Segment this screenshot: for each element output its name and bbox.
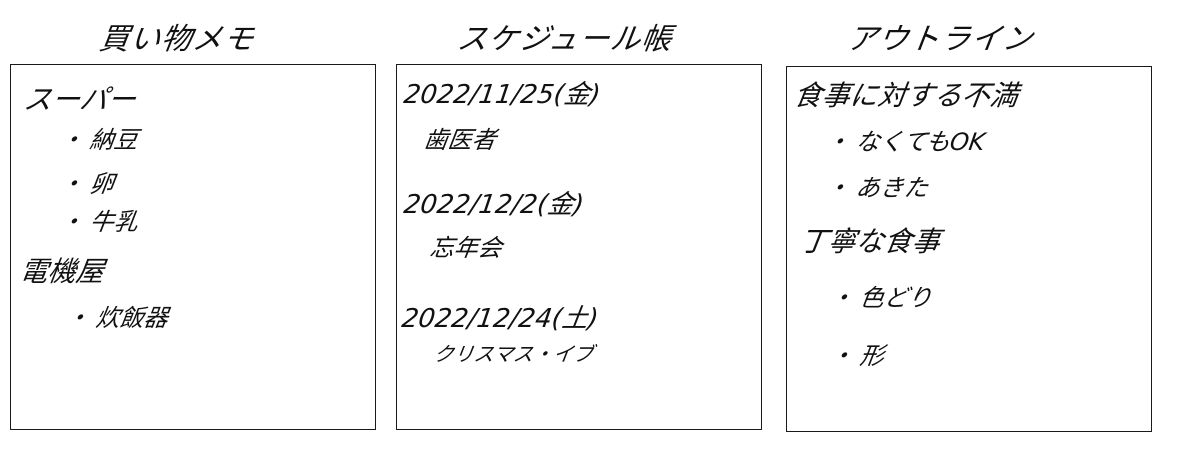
shopping-memo-title: 買い物メモ <box>97 22 257 57</box>
group-heading-supermarket: スーパー <box>21 83 139 116</box>
outline-heading-meal-complaints: 食事に対する不満 <box>791 79 1021 112</box>
shopping-memo-box <box>10 64 376 430</box>
list-item-egg: ・卵 <box>58 170 116 198</box>
schedule-title: スケジュール帳 <box>455 22 675 57</box>
outline-title: アウトライン <box>845 22 1036 57</box>
schedule-date-3: 2022/12/24(土) <box>399 304 601 334</box>
bullet: ・ <box>58 208 86 236</box>
schedule-date-1: 2022/11/25(金) <box>401 80 603 110</box>
bullet: ・ <box>828 342 856 370</box>
outline-item-ok-without: ・なくてもOK <box>824 128 987 156</box>
group-heading-electronics-store: 電機屋 <box>17 255 107 288</box>
list-item-milk: ・牛乳 <box>58 208 140 236</box>
outline-item-color: ・色どり <box>828 284 934 312</box>
bullet: ・ <box>58 170 86 198</box>
outline-item-shape: ・形 <box>828 342 886 370</box>
bullet: ・ <box>824 174 852 202</box>
outline-item-bored: ・あきた <box>824 174 930 202</box>
list-item-rice-cooker: ・炊飯器 <box>64 304 170 332</box>
bullet: ・ <box>828 284 856 312</box>
schedule-event-3: クリスマス・イブ <box>432 342 596 366</box>
schedule-date-2: 2022/12/2(金) <box>401 190 586 220</box>
schedule-event-2: 忘年会 <box>428 234 504 262</box>
bullet: ・ <box>58 126 86 154</box>
outline-heading-careful-meals: 丁寧な食事 <box>797 225 943 258</box>
list-item-natto: ・納豆 <box>58 126 140 154</box>
schedule-event-1: 歯医者 <box>422 126 498 154</box>
bullet: ・ <box>824 128 852 156</box>
bullet: ・ <box>64 304 92 332</box>
